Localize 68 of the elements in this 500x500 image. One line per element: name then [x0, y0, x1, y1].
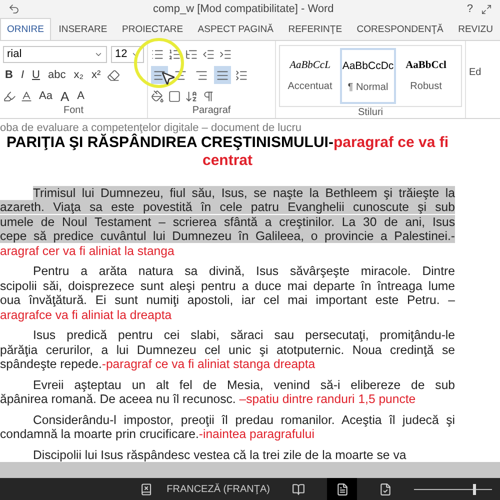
format-button[interactable]: abc [46, 66, 68, 84]
style-card[interactable]: AaBbCcl Robust [398, 48, 454, 104]
format-button[interactable]: U [30, 66, 42, 84]
ribbon-display-icon[interactable] [481, 4, 492, 14]
font-color-icon[interactable] [20, 90, 33, 102]
format-button[interactable]: I [18, 66, 26, 84]
ribbon-tab[interactable]: ORNIRE [0, 18, 51, 40]
paragraph-line: ăpânirea romană. De aceea nu îl recunosc. –spatiu dintre randuri 1,5 puncte [0, 392, 417, 406]
line-spacing-icon[interactable] [235, 68, 248, 82]
style-card[interactable]: AaBbCcL Accentuat [282, 48, 338, 104]
pilcrow-icon[interactable] [202, 90, 215, 102]
font-field[interactable]: rial [3, 46, 108, 62]
ribbon-tab[interactable]: PROIECTARE [115, 18, 190, 40]
clear-formatting-icon[interactable] [106, 68, 120, 82]
help-button[interactable]: ? [466, 3, 473, 15]
paragraph-line: aragrafce va fi aliniat la dreapta [0, 308, 173, 322]
document-title: centrat [201, 152, 254, 170]
shrink-font-button[interactable]: A [75, 87, 86, 105]
style-card[interactable]: AaBbCcDc ¶ Normal [340, 48, 396, 104]
proofing-icon[interactable] [140, 482, 153, 496]
ribbon-tab[interactable]: ASPECT PAGINĂ [190, 18, 280, 40]
align-center-icon [174, 68, 187, 82]
paragraph-line: părăţia cerurilor, a lui Dumnezeu cel unic şi atotputernic. Noua credinţă se [0, 342, 455, 357]
align-justify-icon [216, 68, 229, 82]
paragraph-line: scipolii săi, doisprezece sunt aleşi pentru a duce mai departe în întreaga lume [0, 278, 455, 293]
grow-font-button[interactable]: A [58, 87, 72, 105]
format-button[interactable]: x₂ [72, 66, 86, 84]
undo-icon[interactable] [8, 3, 20, 15]
group-label: Ed [469, 67, 482, 78]
group-label: Font [62, 105, 84, 118]
multilevel-list-icon[interactable] [185, 48, 198, 60]
align-left-icon [153, 68, 166, 82]
paragraph-line: Considerându-l impostor, preoţii îl predau romanilor. Aceştia îl judecă şi [32, 412, 455, 427]
paragraph-line: Pentru a arăta natura sa divină, Isus săvârşeşte miracole. Dintre [32, 264, 455, 278]
increase-indent-icon[interactable] [219, 48, 232, 60]
paragraph-line: Discipolii lui Isus răspândesc vestea că la trei zile de la moarte se va [32, 448, 408, 462]
page-header: oba de evaluare a competenţelor digitale – document de lucru [0, 122, 302, 134]
change-case-button[interactable]: Aa [37, 87, 54, 105]
decrease-indent-icon[interactable] [202, 48, 215, 60]
paragraph-line: oua învăţătură. Ei sunt numiţi apostoli, iar cel mai important este Petru. – [0, 293, 455, 308]
highlighter-icon[interactable] [3, 90, 16, 102]
zoom-slider-thumb[interactable] [472, 484, 476, 494]
font-size-field[interactable]: 12 [111, 46, 144, 62]
sort-icon[interactable] [185, 90, 198, 102]
ribbon-tab[interactable]: REFERINŢE [281, 18, 350, 40]
paragraph-line: Isus predică pentru cei slabi, săraci sau persecutaţi, promiţându-le [32, 328, 455, 342]
ribbon-tab[interactable]: REVIZU [451, 18, 500, 40]
paragraph-line: condamnă la moarte prin crucificare.-inaintea paragrafului [0, 427, 316, 442]
paragraph-line: Evreii aşteptau un alt fel de Mesia, venind să-i elibereze de sub [32, 378, 455, 392]
numbering-icon[interactable] [168, 48, 181, 60]
paragraph-line: aragraf cer va fi aliniat la stanga [0, 244, 176, 258]
group-label: Stiluri [356, 107, 384, 118]
format-button[interactable]: B [3, 66, 15, 84]
print-layout-button[interactable] [327, 478, 357, 500]
group-label: Paragraf [191, 105, 232, 118]
document-check-icon [379, 482, 392, 496]
language-label[interactable]: FRANCEZĂ (FRANŢA) [166, 484, 270, 494]
shading-icon[interactable] [151, 90, 164, 102]
document-icon [336, 482, 349, 496]
borders-icon[interactable] [168, 90, 181, 102]
format-button[interactable]: x² [90, 66, 103, 84]
ribbon-tab[interactable]: CORESPONDENŢĂ [350, 18, 450, 40]
ribbon-tab[interactable]: INSERARE [52, 18, 114, 40]
document-title: PARIŢIA ŞI RĂSPÂNDIREA CREŞTINISMULUI-paragraf ce va fi [5, 134, 450, 152]
window-title: comp_w [Mod compatibilitate] - Word [152, 3, 335, 15]
paragraph-line: spândeşte repede.-paragraf ce va fi aliniat stanga dreapta [0, 357, 316, 372]
book-icon [292, 482, 306, 496]
align-right-icon [195, 68, 208, 82]
